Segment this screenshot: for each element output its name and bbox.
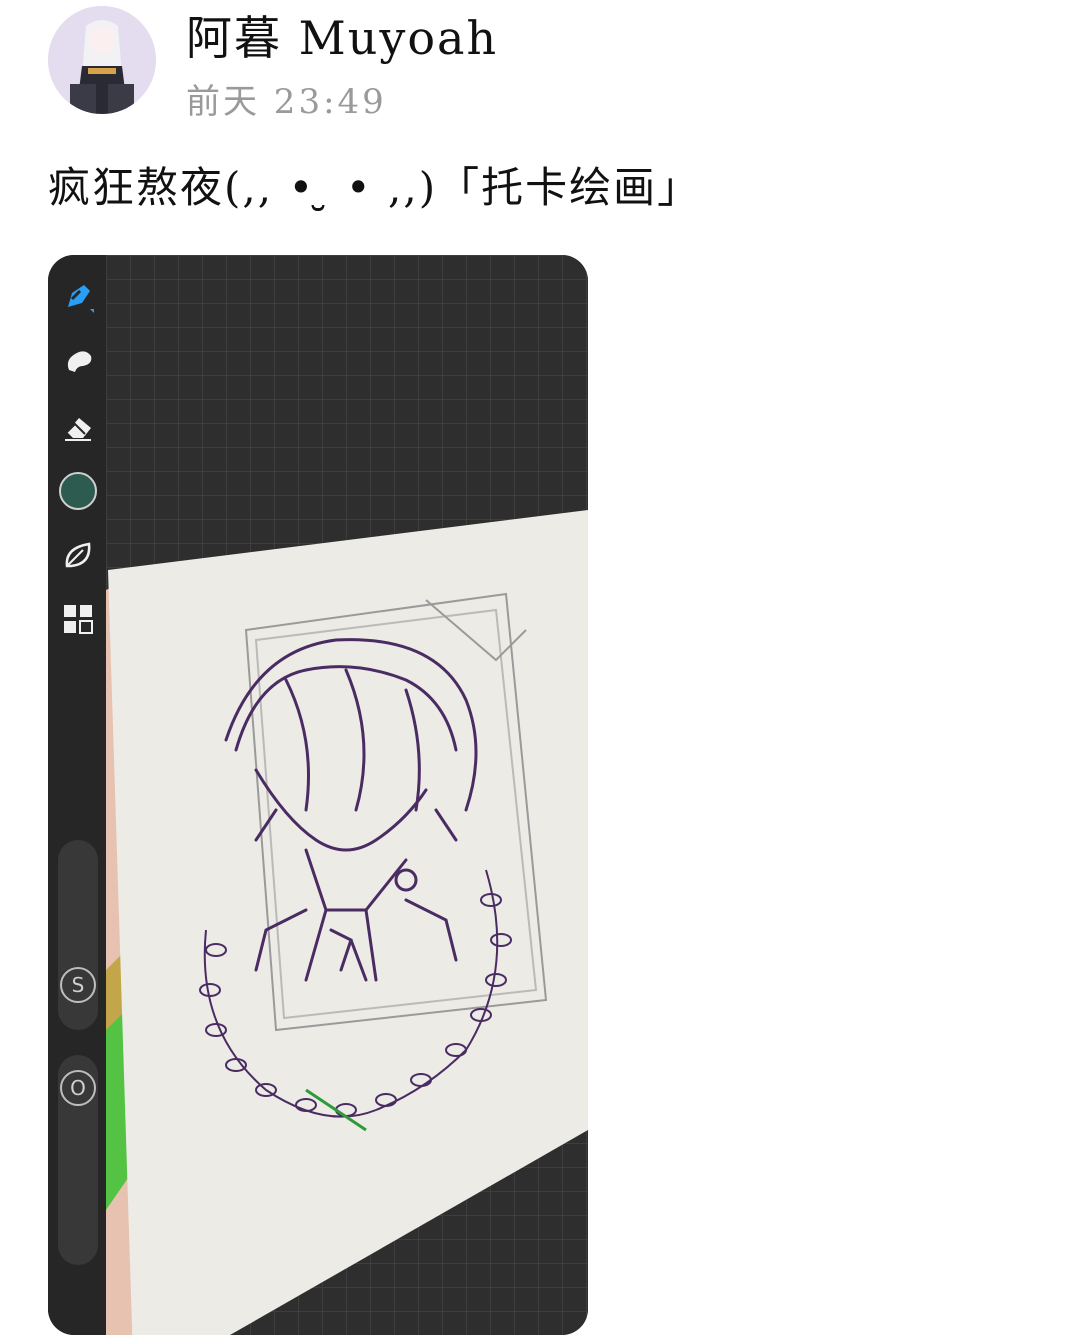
eraser-icon[interactable]: [56, 405, 100, 449]
user-avatar[interactable]: [48, 6, 156, 114]
post-image[interactable]: S O: [48, 255, 588, 1335]
avatar-illustration: [48, 6, 156, 114]
sketch-photo: [106, 510, 588, 1335]
opacity-slider-knob[interactable]: O: [60, 1070, 96, 1106]
tool-sidebar: S O: [48, 255, 106, 1335]
color-swatch[interactable]: [56, 469, 100, 513]
leaf-icon[interactable]: [56, 533, 100, 577]
brush-icon[interactable]: [56, 275, 100, 319]
username[interactable]: 阿暮 Muyoah: [186, 10, 498, 66]
post-timestamp: 前天 23:49: [186, 82, 387, 122]
smudge-icon[interactable]: [56, 339, 100, 383]
size-slider-knob[interactable]: S: [60, 967, 96, 1003]
post-text: 疯狂熬夜(,, • ̮̮ • ,,)「托卡绘画」: [48, 163, 702, 212]
layers-icon[interactable]: [56, 597, 100, 641]
